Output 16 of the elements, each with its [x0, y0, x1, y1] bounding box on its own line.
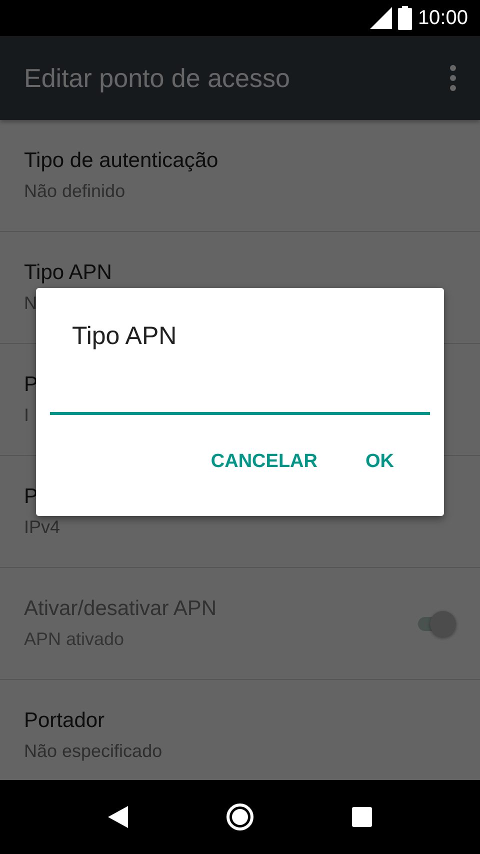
battery-icon: [398, 6, 412, 30]
dialog-button[interactable]: OK: [348, 443, 412, 481]
home-icon[interactable]: [224, 802, 255, 832]
status-time: 10:00: [418, 6, 468, 30]
back-icon[interactable]: [108, 806, 128, 828]
signal-icon: [370, 7, 392, 29]
setting-title: P: [24, 485, 40, 509]
dialog-button[interactable]: CANCELAR: [192, 443, 336, 481]
setting-title: Tipo de autenticação: [24, 149, 218, 173]
overflow-menu-icon[interactable]: [450, 65, 456, 91]
recents-icon[interactable]: [352, 807, 372, 827]
app-bar-title: Editar ponto de acesso: [24, 62, 290, 94]
setting-title: Portador: [24, 709, 106, 733]
setting-title: Tipo APN: [24, 261, 112, 285]
setting-title: P: [24, 373, 38, 397]
dialog-title: Tipo APN: [72, 322, 178, 351]
